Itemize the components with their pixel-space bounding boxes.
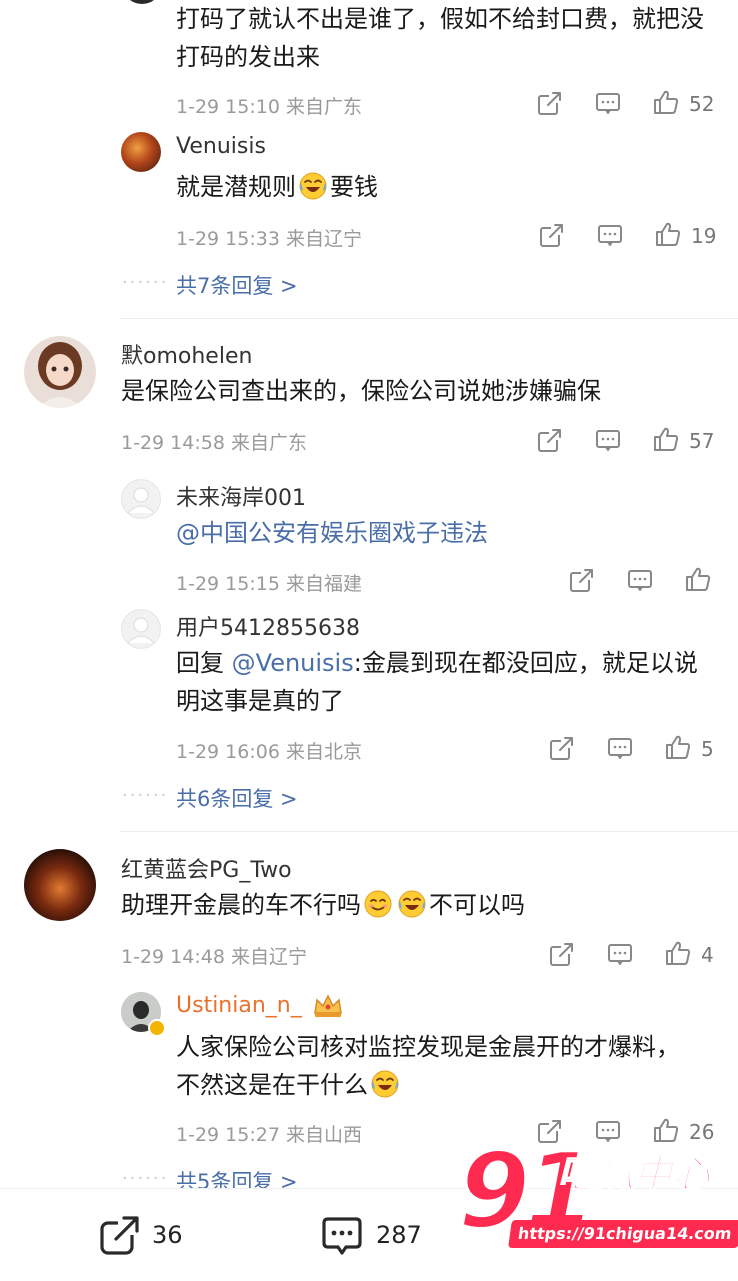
like-count: 57: [689, 429, 715, 453]
comment-text: 是保险公司查出来的，保险公司说她涉嫌骗保: [121, 377, 601, 405]
reply-text-part: 要钱: [330, 173, 378, 201]
like-icon[interactable]: [653, 426, 679, 452]
comment-count: 287: [376, 1221, 422, 1249]
like-count: 4: [701, 943, 714, 967]
like-count: 52: [689, 92, 715, 116]
more-replies-dots: ······: [122, 785, 169, 806]
more-replies-dots: ······: [122, 1168, 169, 1189]
like-icon[interactable]: [655, 221, 681, 247]
reply-text: 人家保险公司核对监控发现是金晨开的才爆料，不然这是在干什么: [176, 1028, 696, 1104]
comment-meta: 1-29 14:48 来自辽宁: [121, 946, 307, 968]
verified-badge: [148, 1019, 166, 1037]
reply-meta: 1-29 16:06 来自北京: [176, 741, 362, 763]
comment-text-part: 不可以吗: [429, 891, 525, 919]
like-icon[interactable]: [665, 940, 691, 966]
laugh-cry-emoji: [395, 890, 429, 919]
share-icon[interactable]: [549, 735, 575, 761]
watermark-logo: 91 吃瓜中心 https://91chigua14.com: [457, 1135, 738, 1256]
share-count: 36: [152, 1221, 183, 1249]
like-icon[interactable]: [653, 89, 679, 115]
more-replies-link[interactable]: 共7条回复 >: [176, 270, 298, 300]
crown-badge: [312, 993, 344, 1019]
comment-meta: 1-29 15:10 来自广东: [176, 96, 362, 118]
reply-meta: 1-29 15:15 来自福建: [176, 573, 362, 595]
reply-meta: 1-29 15:33 来自辽宁: [176, 228, 362, 250]
share-icon[interactable]: [98, 1213, 142, 1257]
comment-icon[interactable]: [607, 735, 633, 761]
avatar[interactable]: [24, 336, 96, 408]
divider: [120, 831, 738, 832]
reply-author-name[interactable]: Ustinian_n_: [176, 993, 302, 1018]
comment-top-partial-avatar[interactable]: [122, 0, 162, 4]
comment-text: 助理开金晨的车不行吗 不可以吗: [121, 886, 525, 924]
share-icon[interactable]: [539, 222, 565, 248]
reply-meta: 1-29 15:27 来自山西: [176, 1124, 362, 1146]
avatar[interactable]: [24, 849, 96, 921]
comment-author-name[interactable]: 红黄蓝会PG_Two: [121, 852, 292, 884]
laugh-cry-emoji: [368, 1070, 402, 1099]
watermark-url: https://91chigua14.com: [508, 1220, 738, 1248]
share-icon[interactable]: [537, 427, 563, 453]
like-icon[interactable]: [685, 566, 711, 592]
reply-author-name[interactable]: Venuisis: [176, 134, 266, 159]
laugh-cry-emoji: [296, 172, 330, 201]
comment-text: 打码了就认不出是谁了，假如不给封口费，就把没打码的发出来: [176, 5, 704, 71]
comment-icon[interactable]: [595, 427, 621, 453]
reply-prefix: 回复: [176, 649, 232, 677]
smile-emoji: [361, 890, 395, 919]
avatar[interactable]: [121, 609, 161, 649]
more-replies-link[interactable]: 共6条回复 >: [176, 783, 298, 813]
share-icon[interactable]: [549, 941, 575, 967]
comment-icon[interactable]: [607, 941, 633, 967]
comment-icon[interactable]: [627, 567, 653, 593]
comment-icon[interactable]: [597, 222, 623, 248]
reply-text: 就是潜规则 要钱: [176, 168, 378, 206]
avatar[interactable]: [121, 479, 161, 519]
share-icon[interactable]: [537, 90, 563, 116]
reply-text: 回复 @Venuisis:金晨到现在都没回应，就足以说明这事是真的了: [176, 644, 716, 720]
like-count: 5: [701, 737, 714, 761]
reply-text-part: 人家保险公司核对监控发现是金晨开的才爆料，不然这是在干什么: [176, 1033, 680, 1099]
comment-icon[interactable]: [595, 90, 621, 116]
comment-icon[interactable]: [320, 1213, 364, 1257]
reply-author-name[interactable]: 用户5412855638: [176, 610, 360, 642]
mention-link[interactable]: @Venuisis: [232, 649, 354, 677]
comment-meta: 1-29 14:58 来自广东: [121, 432, 307, 454]
like-icon[interactable]: [665, 734, 691, 760]
share-icon[interactable]: [569, 567, 595, 593]
watermark-brand: 吃瓜中心: [557, 1151, 711, 1197]
reply-text-part: 就是潜规则: [176, 173, 296, 201]
comment-text-part: 助理开金晨的车不行吗: [121, 891, 361, 919]
like-count: 19: [691, 224, 717, 248]
reply-mention-text[interactable]: @中国公安有娱乐圈戏子违法: [176, 514, 488, 552]
more-replies-dots: ······: [122, 272, 169, 293]
reply-author-name[interactable]: 未来海岸001: [176, 480, 306, 512]
divider: [120, 318, 738, 319]
comment-author-name[interactable]: 默omohelen: [121, 338, 252, 370]
avatar[interactable]: [121, 132, 161, 172]
